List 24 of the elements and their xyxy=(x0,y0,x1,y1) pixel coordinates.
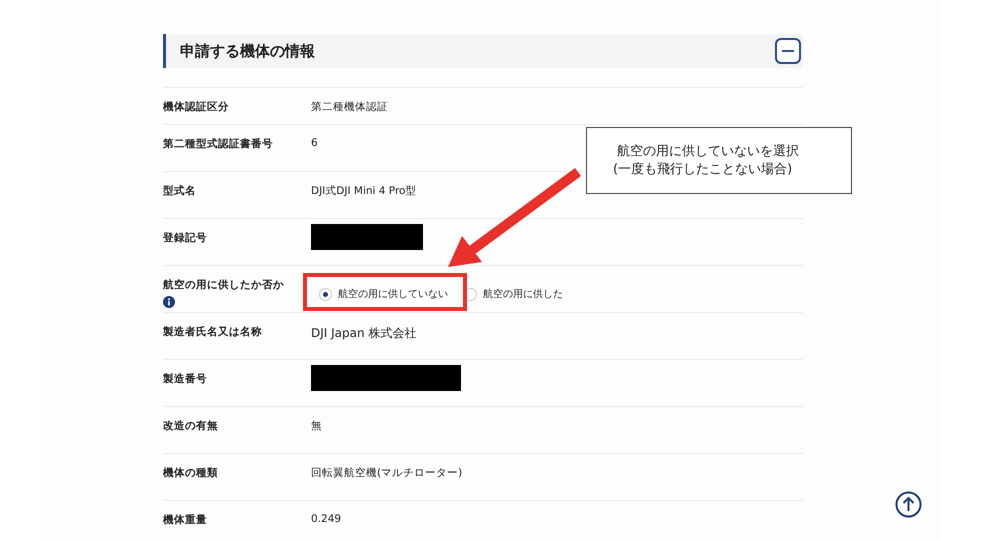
field-value: DJI Japan 株式会社 xyxy=(311,325,416,342)
field-label: 型式名 xyxy=(163,184,196,198)
radio-option[interactable]: 航空の用に供していない xyxy=(319,287,448,301)
field-value: 0.249 xyxy=(311,513,342,527)
field-label: 航空の用に供したか否か xyxy=(163,278,284,292)
field-label: 登録記号 xyxy=(163,231,207,245)
callout-text: (一度も飛行したことない場合) xyxy=(613,160,794,178)
radio-option[interactable]: 航空の用に供した xyxy=(464,287,563,301)
info-icon[interactable] xyxy=(163,296,175,308)
field-label: 改造の有無 xyxy=(163,419,218,433)
section-title: 申請する機体の情報 xyxy=(180,42,315,60)
field-value: 第二種機体認証 xyxy=(311,100,388,115)
field-value: 6 xyxy=(311,137,318,151)
field-label: 機体認証区分 xyxy=(163,100,229,114)
field-label: 製造番号 xyxy=(163,372,207,386)
field-label: 製造者氏名又は名称 xyxy=(163,325,262,339)
field-label: 機体重量 xyxy=(163,513,207,527)
field-label: 第二種型式認証書番号 xyxy=(163,137,273,151)
field-label: 機体の種類 xyxy=(163,466,218,480)
callout-text: 航空の用に供していないを選択 xyxy=(617,142,800,160)
field-value: 無 xyxy=(311,419,322,434)
field-value: 回転翼航空機(マルチローター) xyxy=(311,466,462,481)
field-value: DJI式DJI Mini 4 Pro型 xyxy=(311,184,416,199)
collapse-button[interactable] xyxy=(775,38,801,64)
